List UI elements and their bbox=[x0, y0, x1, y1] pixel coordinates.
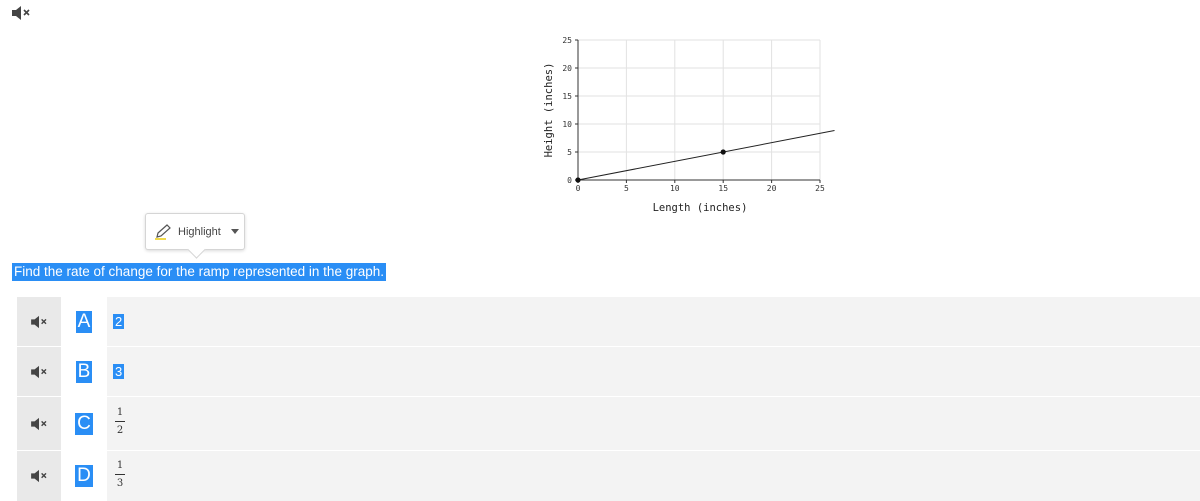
answer-letter-box: A bbox=[61, 297, 107, 346]
answer-letter: B bbox=[75, 360, 93, 383]
pencil-icon bbox=[155, 223, 171, 240]
answer-option-c[interactable]: C 1 2 bbox=[17, 396, 1200, 450]
speaker-muted-icon[interactable] bbox=[17, 397, 61, 450]
speaker-muted-icon[interactable] bbox=[17, 451, 61, 501]
ramp-graph: 0 5 10 15 20 25 0 5 10 15 20 25 Length (inches) Hei… bbox=[543, 36, 835, 214]
chart-grid bbox=[578, 39, 821, 180]
ramp-line bbox=[577, 130, 835, 181]
answer-letter: D bbox=[75, 465, 93, 487]
answer-text: 3 bbox=[113, 364, 125, 379]
x-tick-label: 0 bbox=[576, 184, 581, 193]
data-point bbox=[575, 177, 581, 183]
answer-letter-box: B bbox=[61, 347, 107, 396]
answer-letter-box: C bbox=[61, 397, 107, 450]
answer-letter: C bbox=[75, 412, 93, 435]
y-tick-label: 10 bbox=[562, 120, 572, 129]
answer-fraction: 1 2 bbox=[115, 407, 125, 437]
answer-option-a[interactable]: A 2 bbox=[17, 296, 1200, 346]
y-axis-label: Height (inches) bbox=[543, 63, 555, 158]
fraction-denominator: 2 bbox=[116, 425, 124, 436]
fraction-denominator: 3 bbox=[116, 478, 124, 489]
x-tick-label: 10 bbox=[670, 184, 680, 193]
highlight-tool[interactable]: Highlight bbox=[145, 213, 245, 250]
fraction-bar bbox=[115, 421, 125, 422]
y-tick-label: 15 bbox=[562, 92, 572, 101]
answer-option-b[interactable]: B 3 bbox=[17, 346, 1200, 396]
x-tick-label: 20 bbox=[767, 184, 777, 193]
fraction-bar bbox=[115, 474, 125, 475]
y-tick-label: 25 bbox=[562, 36, 572, 45]
fraction-numerator: 1 bbox=[116, 407, 124, 418]
x-tick-label: 15 bbox=[718, 184, 728, 193]
chart-axes bbox=[577, 40, 820, 181]
y-tick-label: 20 bbox=[562, 64, 572, 73]
speaker-muted-icon[interactable] bbox=[17, 297, 61, 346]
answer-fraction: 1 3 bbox=[115, 460, 125, 490]
fraction-numerator: 1 bbox=[116, 460, 124, 471]
y-tick-label: 0 bbox=[567, 176, 572, 185]
chart-series bbox=[577, 130, 835, 181]
highlight-label: Highlight bbox=[178, 225, 221, 238]
speaker-muted-icon[interactable] bbox=[17, 347, 61, 396]
answer-letter: A bbox=[75, 310, 93, 333]
speaker-muted-icon[interactable] bbox=[10, 5, 32, 21]
x-axis-label: Length (inches) bbox=[653, 202, 748, 214]
x-tick-label: 25 bbox=[815, 184, 825, 193]
caret-down-icon[interactable] bbox=[230, 229, 239, 234]
data-point bbox=[720, 149, 726, 155]
answer-option-d[interactable]: D 1 3 bbox=[17, 450, 1200, 501]
question-text: Find the rate of change for the ramp rep… bbox=[12, 263, 386, 281]
answer-text: 2 bbox=[113, 314, 125, 329]
x-tick-label: 5 bbox=[624, 184, 629, 193]
y-tick-label: 5 bbox=[567, 148, 572, 157]
answer-letter-box: D bbox=[61, 451, 107, 501]
chart-ticks: 0 5 10 15 20 25 0 5 10 15 20 25 bbox=[562, 36, 825, 193]
